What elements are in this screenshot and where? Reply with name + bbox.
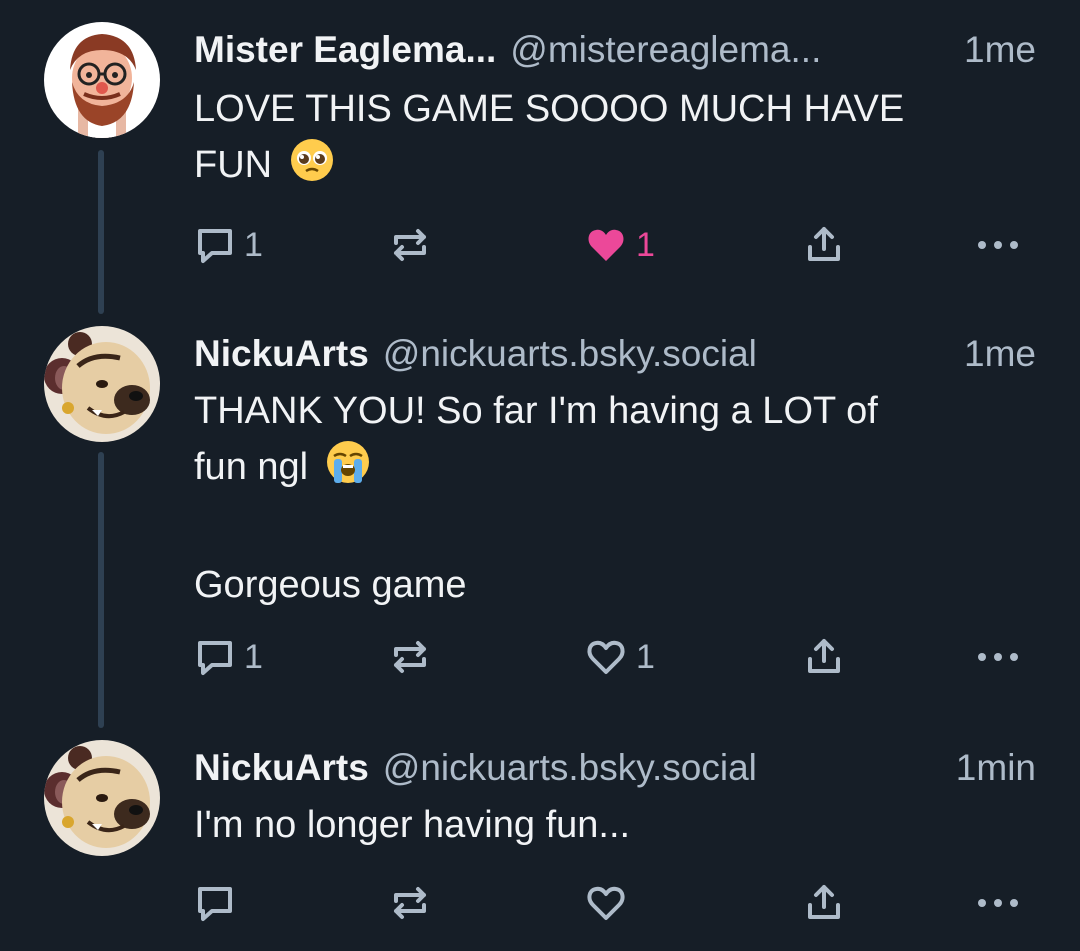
post-text: THANK YOU! So far I'm having a LOT of fu… bbox=[194, 384, 1024, 613]
post-text-fragment: fun ngl bbox=[194, 446, 309, 488]
reply-icon bbox=[198, 641, 232, 675]
timestamp[interactable]: 1min bbox=[956, 747, 1036, 789]
timestamp[interactable]: 1me bbox=[964, 29, 1036, 71]
pleading-face-emoji-icon bbox=[289, 137, 335, 199]
avatar[interactable] bbox=[44, 740, 160, 856]
more-icon bbox=[978, 899, 1018, 907]
post-2[interactable]: NickuArts @nickuarts.bsky.social 1me THA… bbox=[0, 326, 1080, 686]
more-options-button[interactable] bbox=[974, 878, 1022, 928]
reply-count: 1 bbox=[244, 637, 263, 676]
display-name[interactable]: Mister Eaglema... bbox=[194, 29, 496, 71]
post-text-line: I'm no longer having fun... bbox=[194, 804, 631, 846]
more-options-button[interactable] bbox=[974, 220, 1022, 270]
share-button[interactable] bbox=[802, 220, 846, 270]
reply-icon bbox=[198, 887, 232, 921]
avatar[interactable] bbox=[44, 22, 160, 138]
post-header: Mister Eaglema... @mistereaglema... 1me bbox=[194, 22, 1036, 78]
loudly-crying-face-emoji-icon bbox=[325, 439, 371, 501]
like-icon bbox=[587, 640, 625, 674]
repost-icon bbox=[394, 887, 426, 919]
post-text-line: LOVE THIS GAME SOOOO MUCH HAVE bbox=[194, 88, 905, 130]
handle[interactable]: @mistereaglema... bbox=[510, 29, 821, 71]
post-text-line: THANK YOU! So far I'm having a LOT of bbox=[194, 390, 878, 432]
more-icon bbox=[978, 241, 1018, 249]
share-icon bbox=[808, 227, 840, 261]
repost-icon bbox=[394, 229, 426, 261]
post-text-line: fun ngl bbox=[194, 439, 1024, 501]
post-actions: 1 1 bbox=[0, 220, 1080, 270]
avatar-bearded-man-icon bbox=[44, 22, 160, 138]
timestamp[interactable]: 1me bbox=[964, 333, 1036, 375]
post-actions: 1 1 bbox=[0, 632, 1080, 682]
post-text-fragment: FUN bbox=[194, 144, 273, 186]
post-header: NickuArts @nickuarts.bsky.social 1min bbox=[194, 740, 1036, 796]
handle[interactable]: @nickuarts.bsky.social bbox=[383, 333, 757, 375]
post-actions bbox=[0, 878, 1080, 928]
like-button[interactable]: 1 bbox=[584, 632, 655, 682]
like-icon bbox=[588, 229, 624, 261]
post-text: LOVE THIS GAME SOOOO MUCH HAVE FUN bbox=[194, 82, 1024, 199]
share-icon bbox=[808, 639, 840, 673]
reply-icon bbox=[198, 229, 232, 263]
like-icon bbox=[587, 886, 625, 920]
share-button[interactable] bbox=[802, 878, 846, 928]
reply-button[interactable] bbox=[194, 878, 244, 928]
avatar-bear-character-icon bbox=[44, 740, 160, 856]
avatar-bear-character-icon bbox=[44, 326, 160, 442]
post-header: NickuArts @nickuarts.bsky.social 1me bbox=[194, 326, 1036, 382]
like-button[interactable]: 1 bbox=[584, 220, 655, 270]
like-button[interactable] bbox=[584, 878, 636, 928]
avatar[interactable] bbox=[44, 326, 160, 442]
like-count: 1 bbox=[636, 637, 655, 676]
repost-icon bbox=[394, 641, 426, 673]
display-name[interactable]: NickuArts bbox=[194, 333, 369, 375]
repost-button[interactable] bbox=[388, 878, 432, 928]
post-text-line: FUN bbox=[194, 137, 1024, 199]
like-count: 1 bbox=[636, 225, 655, 264]
post-1[interactable]: Mister Eaglema... @mistereaglema... 1me … bbox=[0, 22, 1080, 272]
post-text: I'm no longer having fun... bbox=[194, 798, 1024, 853]
display-name[interactable]: NickuArts bbox=[194, 747, 369, 789]
post-text-line: Gorgeous game bbox=[194, 564, 467, 606]
handle[interactable]: @nickuarts.bsky.social bbox=[383, 747, 757, 789]
repost-button[interactable] bbox=[388, 220, 432, 270]
share-icon bbox=[808, 885, 840, 919]
reply-count: 1 bbox=[244, 225, 263, 264]
more-options-button[interactable] bbox=[974, 632, 1022, 682]
reply-button[interactable]: 1 bbox=[194, 632, 263, 682]
repost-button[interactable] bbox=[388, 632, 432, 682]
reply-button[interactable]: 1 bbox=[194, 220, 263, 270]
share-button[interactable] bbox=[802, 632, 846, 682]
more-icon bbox=[978, 653, 1018, 661]
post-3[interactable]: NickuArts @nickuarts.bsky.social 1min I'… bbox=[0, 740, 1080, 940]
